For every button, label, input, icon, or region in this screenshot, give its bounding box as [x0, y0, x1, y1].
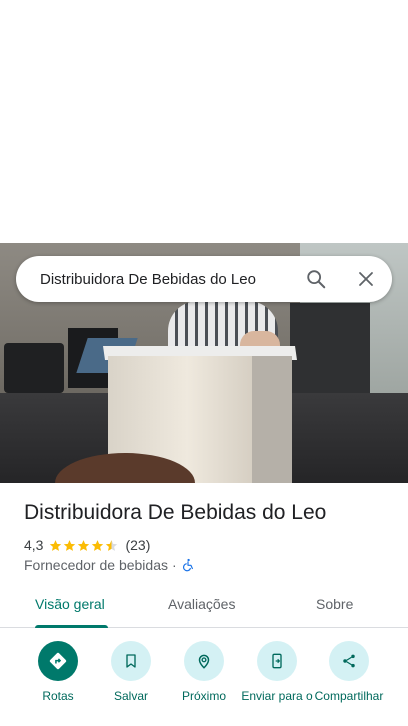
save-button[interactable]: Salvar: [93, 641, 169, 703]
place-title: Distribuidora De Bebidas do Leo: [24, 501, 327, 524]
half-star-icon: [106, 539, 118, 551]
star-rating: [49, 539, 119, 552]
tab-reviews[interactable]: Avaliações: [168, 596, 235, 612]
send-to-phone-button[interactable]: Enviar para o: [239, 641, 315, 703]
star-icon: [64, 539, 76, 551]
directions-label: Rotas: [42, 689, 74, 703]
nearby-button[interactable]: Próximo: [166, 641, 242, 703]
share-icon: [329, 641, 369, 681]
search-icon[interactable]: [304, 267, 328, 291]
nearby-label: Próximo: [181, 689, 226, 703]
search-input[interactable]: Distribuidora De Bebidas do Leo: [40, 271, 304, 288]
review-count: (23): [125, 537, 151, 553]
place-info-panel: Distribuidora De Bebidas do Leo 4,3 (23)…: [0, 483, 408, 726]
star-icon: [92, 539, 104, 551]
share-label: Compartilhar: [314, 689, 384, 703]
tab-overview[interactable]: Visão geral: [35, 596, 105, 612]
close-icon[interactable]: [354, 267, 378, 291]
directions-icon: [38, 641, 78, 681]
active-tab-indicator: [35, 625, 108, 628]
nearby-icon: [184, 641, 224, 681]
rating-row[interactable]: 4,3 (23): [24, 537, 150, 553]
separator-dot: ·: [172, 557, 177, 573]
tab-about[interactable]: Sobre: [316, 596, 353, 612]
action-buttons: Rotas Salvar Próximo Enviar para o Compa…: [0, 641, 408, 726]
send-to-phone-label: Enviar para o: [241, 689, 313, 703]
wheelchair-accessible-icon: [182, 558, 193, 572]
rating-value: 4,3: [24, 537, 44, 553]
send-to-phone-icon: [257, 641, 297, 681]
map-blank-area: [0, 0, 408, 243]
place-tabs: Visão geral Avaliações Sobre: [0, 586, 408, 628]
bookmark-icon: [111, 641, 151, 681]
search-bar[interactable]: Distribuidora De Bebidas do Leo: [16, 256, 392, 302]
directions-button[interactable]: Rotas: [20, 641, 96, 703]
share-button[interactable]: Compartilhar: [311, 641, 387, 703]
star-icon: [50, 539, 62, 551]
place-category: Fornecedor de bebidas: [24, 557, 168, 573]
star-icon: [78, 539, 90, 551]
category-row: Fornecedor de bebidas ·: [24, 557, 195, 573]
save-label: Salvar: [113, 689, 148, 703]
